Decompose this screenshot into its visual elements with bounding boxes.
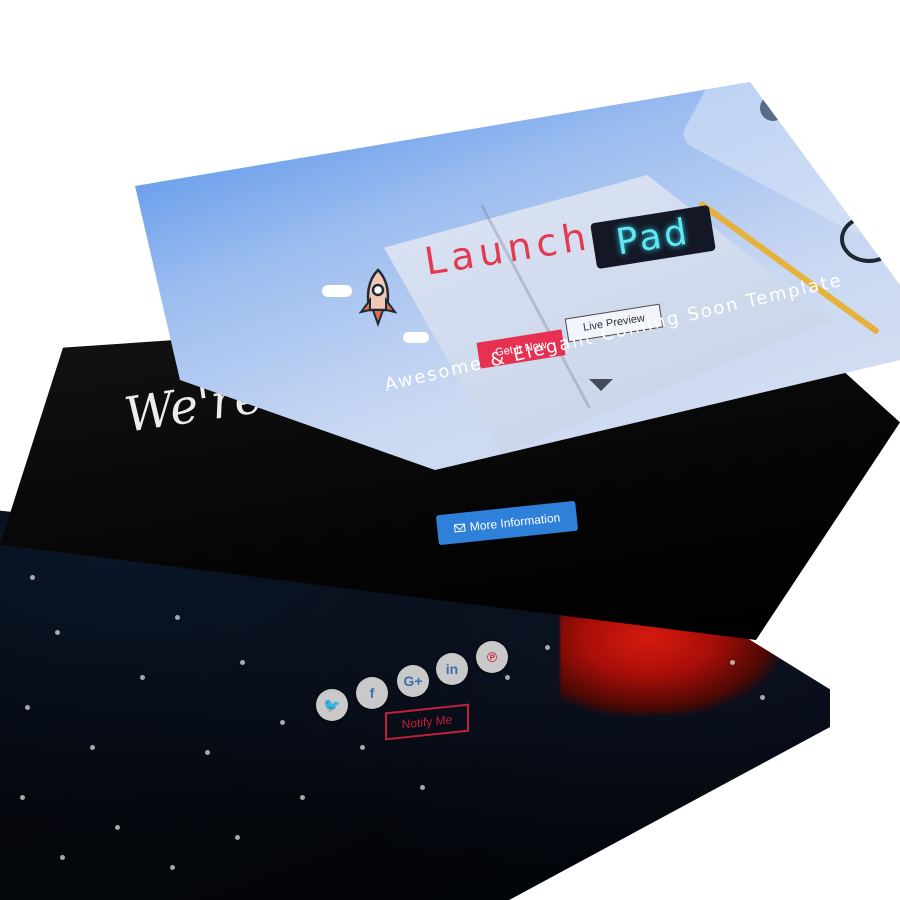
rocket-icon [358,268,398,327]
linkedin-icon[interactable]: in [436,653,468,685]
more-information-label: More Information [469,510,561,534]
mug-decoration [760,95,786,121]
chevron-down-icon[interactable] [589,379,613,391]
facebook-icon[interactable]: f [356,677,388,709]
pinterest-icon[interactable]: ℗ [476,641,508,673]
showcase-scene: We're 'Under Maintenance More Informatio… [0,0,900,900]
cloud-icon [322,285,352,297]
twitter-icon[interactable]: 🐦 [316,689,348,721]
envelope-icon [453,523,466,533]
cloud-icon [403,332,429,343]
glasses-decoration [840,215,898,263]
google-plus-icon[interactable]: G+ [397,665,429,697]
